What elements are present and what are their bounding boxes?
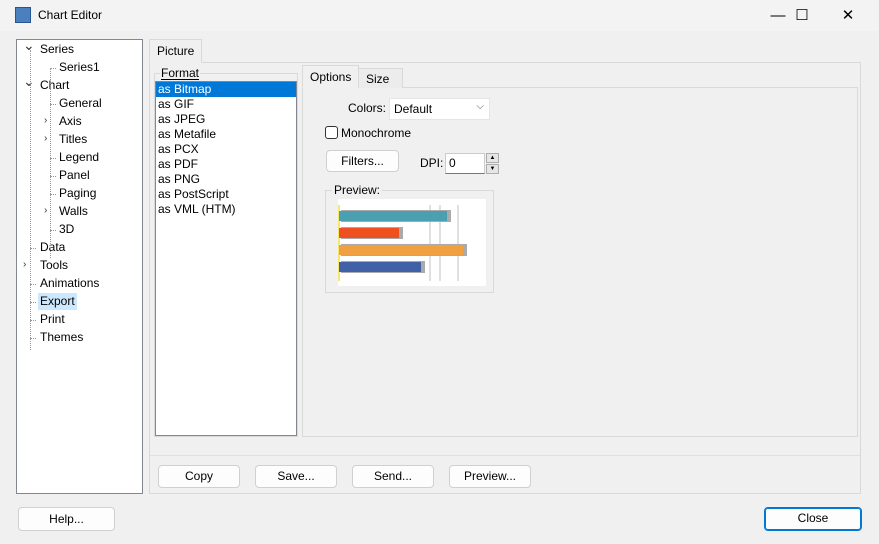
tree-item-walls[interactable]: Walls: [57, 203, 90, 220]
format-item[interactable]: as PCX: [156, 142, 296, 157]
tree-item-legend[interactable]: Legend: [57, 149, 101, 166]
format-list[interactable]: as Bitmap as GIF as JPEG as Metafile as PCX a…: [155, 81, 297, 436]
chevron-down-icon: ⌵: [476, 101, 484, 112]
save-button[interactable]: Save...: [255, 465, 337, 488]
close-window-button[interactable]: ✕: [825, 0, 871, 31]
tree-item-tools[interactable]: Tools: [38, 257, 70, 274]
tree-line: [50, 68, 51, 258]
tree-item-axis[interactable]: Axis: [57, 113, 84, 130]
format-item[interactable]: as PDF: [156, 157, 296, 172]
tab-picture[interactable]: Picture: [149, 39, 203, 63]
chevron-right-icon[interactable]: ›: [44, 115, 47, 126]
tab-size[interactable]: Size: [358, 68, 403, 88]
format-item[interactable]: as Metafile: [156, 127, 296, 142]
format-item[interactable]: as Bitmap: [156, 82, 296, 97]
tree-item-chart[interactable]: Chart: [38, 77, 71, 94]
tree-item-animations[interactable]: Animations: [38, 275, 101, 292]
tree-item-panel[interactable]: Panel: [57, 167, 92, 184]
title-bar: [0, 0, 879, 31]
preview-image: [338, 199, 486, 286]
tree-item-export[interactable]: Export: [38, 293, 77, 310]
preview-label: Preview:: [332, 183, 383, 197]
preview-button[interactable]: Preview...: [449, 465, 531, 488]
tree-item-series[interactable]: Series: [38, 41, 76, 58]
chevron-right-icon[interactable]: ›: [23, 259, 26, 270]
tree-item-series1[interactable]: Series1: [57, 59, 102, 76]
chevron-right-icon[interactable]: ›: [44, 205, 47, 216]
tree-item-paging[interactable]: Paging: [57, 185, 98, 202]
editor-tree[interactable]: Series ⌄ Series1 Chart ⌄ General Axis › Titles › L…: [16, 37, 143, 494]
chevron-right-icon[interactable]: ›: [44, 133, 47, 144]
tree-item-titles[interactable]: Titles: [57, 131, 89, 148]
app-icon: [15, 7, 31, 23]
tree-item-data[interactable]: Data: [38, 239, 67, 256]
format-item[interactable]: as PostScript: [156, 187, 296, 202]
help-button[interactable]: Help...: [18, 507, 115, 531]
preview-bar: [339, 262, 421, 272]
format-label: Format: [160, 66, 201, 80]
close-button[interactable]: Close: [764, 507, 862, 531]
format-item[interactable]: as GIF: [156, 97, 296, 112]
colors-label: Colors:: [348, 101, 387, 115]
chevron-down-icon[interactable]: ⌄: [23, 73, 35, 90]
separator: [150, 455, 860, 456]
chevron-down-icon[interactable]: ⌄: [23, 37, 35, 54]
tree-item-print[interactable]: Print: [38, 311, 67, 328]
preview-bar: [339, 228, 399, 238]
monochrome-checkbox[interactable]: [325, 126, 338, 139]
format-item[interactable]: as PNG: [156, 172, 296, 187]
window-title: Chart Editor: [38, 8, 103, 22]
colors-value: Default: [394, 102, 433, 116]
copy-button[interactable]: Copy: [158, 465, 240, 488]
tree-item-3d[interactable]: 3D: [57, 221, 76, 238]
dpi-label: DPI:: [420, 156, 444, 170]
preview-bar: [339, 245, 463, 255]
send-button[interactable]: Send...: [352, 465, 434, 488]
spin-up-icon[interactable]: ▲: [486, 153, 499, 163]
dpi-input[interactable]: 0: [445, 153, 485, 174]
filters-button[interactable]: Filters...: [326, 150, 399, 172]
spin-down-icon[interactable]: ▼: [486, 164, 499, 174]
colors-select[interactable]: Default ⌵: [389, 98, 490, 120]
tab-options[interactable]: Options: [302, 65, 360, 88]
format-item[interactable]: as VML (HTM): [156, 202, 296, 217]
preview-bar: [339, 211, 447, 221]
maximize-button[interactable]: ☐: [779, 0, 825, 31]
monochrome-label: Monochrome: [341, 126, 412, 140]
format-item[interactable]: as JPEG: [156, 112, 296, 127]
tree-item-general[interactable]: General: [57, 95, 104, 112]
tree-item-themes[interactable]: Themes: [38, 329, 85, 346]
tree-line: [30, 50, 31, 350]
